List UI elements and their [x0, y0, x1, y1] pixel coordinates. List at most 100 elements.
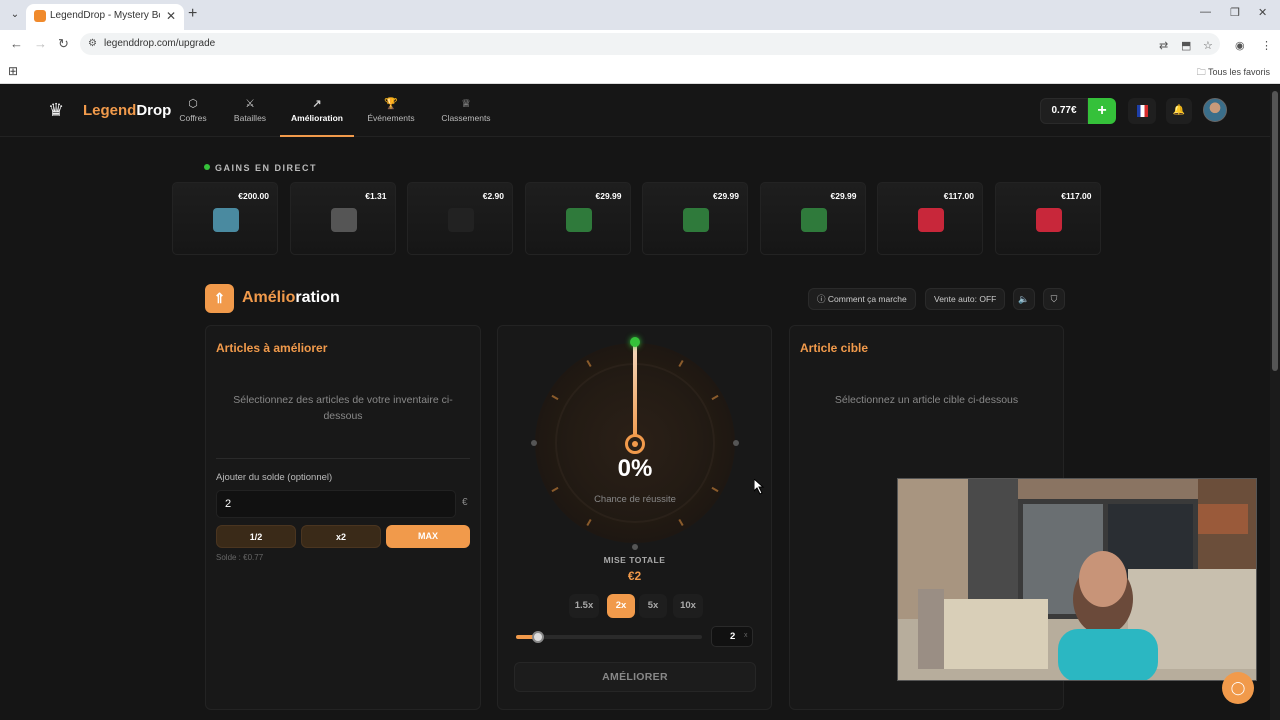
- restore-icon[interactable]: ❐: [1230, 6, 1240, 19]
- nav-amelioration[interactable]: ↗ Amélioration: [283, 97, 351, 123]
- items-to-upgrade-title: Articles à améliorer: [216, 341, 328, 355]
- crown-icon: ♕: [461, 98, 471, 110]
- nav-batailles[interactable]: ⚔ Batailles: [230, 97, 270, 123]
- total-bet-value: €2: [627, 569, 642, 583]
- nav-evenements[interactable]: 🏆 Événements: [363, 97, 419, 123]
- drop-item-image: [683, 208, 709, 232]
- success-percentage: 0%: [617, 455, 653, 482]
- multiplier-input[interactable]: 2 x: [711, 626, 753, 647]
- all-bookmarks-label: Tous les favoris: [1207, 67, 1270, 77]
- slider-thumb[interactable]: [532, 631, 545, 643]
- balance-text: Solde : €0.77: [216, 553, 264, 562]
- logo[interactable]: LegendDrop: [83, 102, 171, 119]
- trend-up-icon: ↗: [312, 98, 322, 110]
- upgrade-button[interactable]: AMÉLIORER: [514, 662, 756, 692]
- trophy-icon: 🏆: [384, 98, 398, 110]
- auto-sell-toggle[interactable]: Vente auto: OFF: [925, 288, 1006, 310]
- webcam-overlay: [897, 478, 1257, 681]
- multiplier-10x[interactable]: 10x: [673, 594, 703, 618]
- webcam-image: [898, 479, 1256, 680]
- half-button[interactable]: 1/2: [216, 525, 296, 548]
- favicon-icon: [34, 10, 46, 22]
- scrollbar-thumb[interactable]: [1272, 91, 1278, 371]
- minimize-icon[interactable]: —: [1200, 6, 1211, 18]
- cursor-arrow-icon: [753, 477, 765, 495]
- balance-display[interactable]: 0.77€: [1040, 98, 1088, 124]
- drop-price: €117.00: [943, 191, 974, 201]
- language-button[interactable]: [1128, 98, 1156, 124]
- drop-item-image: [565, 208, 592, 232]
- avatar[interactable]: [1203, 98, 1227, 122]
- bookmark-star-icon[interactable]: ☆: [1203, 39, 1213, 52]
- target-item-hint: Sélectionnez un article cible ci-dessous: [834, 394, 1019, 406]
- currency-symbol: €: [462, 497, 468, 508]
- france-flag-icon: [1137, 105, 1148, 117]
- drop-item-image: [213, 208, 239, 232]
- profile-icon[interactable]: ◉: [1235, 39, 1245, 52]
- shield-icon[interactable]: ⛉: [1043, 288, 1065, 310]
- drop-item-image: [1035, 208, 1062, 232]
- items-to-upgrade-panel: Articles à améliorer Sélectionnez des ar…: [205, 325, 481, 710]
- live-dot-icon: [204, 164, 210, 170]
- site-info-icon[interactable]: ⚙: [88, 38, 97, 49]
- success-chance-label: Chance de réussite: [594, 494, 676, 505]
- reload-icon[interactable]: ↻: [58, 37, 69, 51]
- browser-tab[interactable]: LegendDrop - Mystery Boxes & ... ✕: [26, 4, 184, 30]
- nav-classements[interactable]: ♕ Classements: [438, 97, 494, 123]
- live-drop-card[interactable]: €117.00: [994, 182, 1101, 255]
- new-tab-icon[interactable]: +: [188, 6, 197, 22]
- sound-icon[interactable]: 🔈: [1013, 288, 1035, 310]
- add-balance-label: Ajouter du solde (optionnel): [216, 472, 333, 483]
- live-drop-card[interactable]: €29.99: [524, 182, 631, 255]
- multiplier-5x[interactable]: 5x: [639, 594, 667, 618]
- live-drop-card[interactable]: €1.31: [289, 182, 396, 255]
- drop-price: €29.99: [713, 191, 739, 201]
- close-tab-icon[interactable]: ✕: [166, 9, 176, 23]
- live-drop-card[interactable]: €200.00: [172, 182, 278, 255]
- drop-price: €29.99: [595, 191, 622, 201]
- dial-left-dot: [531, 440, 537, 446]
- tab-title: LegendDrop - Mystery Boxes & ...: [50, 10, 160, 21]
- live-drop-card[interactable]: €29.99: [759, 182, 866, 255]
- double-button[interactable]: x2: [301, 525, 381, 548]
- install-icon[interactable]: ⬒: [1181, 39, 1191, 52]
- browser-tabbar: ⌄ LegendDrop - Mystery Boxes & ... ✕ + —…: [0, 0, 1280, 30]
- forward-icon[interactable]: →: [34, 37, 47, 51]
- target-item-title: Article cible: [800, 341, 869, 355]
- multiplier-input-suffix: x: [744, 632, 748, 639]
- nav-evenements-label: Événements: [367, 113, 415, 123]
- window-close-icon[interactable]: ✕: [1258, 6, 1267, 19]
- how-it-works-button[interactable]: ⓘ Comment ça marche: [808, 288, 916, 310]
- logo-part2: Drop: [136, 102, 172, 119]
- chat-icon[interactable]: ◯: [1222, 672, 1254, 704]
- multiplier-slider[interactable]: [516, 631, 702, 643]
- live-drop-card[interactable]: €117.00: [877, 182, 983, 255]
- deposit-button[interactable]: +: [1088, 98, 1116, 124]
- page-scrollbar[interactable]: [1270, 85, 1280, 720]
- active-nav-underline: [280, 135, 354, 137]
- box-icon: ⬡: [188, 98, 198, 110]
- browser-menu-icon[interactable]: ⋮: [1261, 39, 1272, 52]
- nav-coffres[interactable]: ⬡ Coffres: [177, 97, 209, 123]
- needle-hub: [625, 434, 645, 454]
- drop-price: €1.31: [365, 191, 387, 201]
- live-drop-card[interactable]: €2.90: [407, 182, 513, 255]
- live-drops-title: GAINS EN DIRECT: [204, 163, 317, 173]
- multiplier-1-5x[interactable]: 1.5x: [569, 594, 599, 618]
- translate-icon[interactable]: ⇄: [1159, 39, 1168, 52]
- url-text: legenddrop.com/upgrade: [104, 38, 216, 49]
- all-bookmarks-folder[interactable]: 🗀 Tous les favoris: [1197, 65, 1270, 81]
- multiplier-2x[interactable]: 2x: [607, 594, 635, 618]
- bookmarks-bar: ⊞ 🗀 Tous les favoris: [0, 58, 1280, 84]
- max-button[interactable]: MAX: [386, 525, 470, 548]
- logo-icon[interactable]: ♛: [48, 99, 70, 121]
- drop-item-image: [918, 208, 944, 232]
- url-field[interactable]: ⚙ legenddrop.com/upgrade: [80, 33, 1220, 55]
- back-icon[interactable]: ←: [10, 37, 23, 51]
- live-drop-card[interactable]: €29.99: [642, 182, 748, 255]
- apps-grid-icon[interactable]: ⊞: [8, 64, 18, 78]
- balance-amount-input[interactable]: 2: [216, 490, 456, 518]
- title-part1: Amélio: [242, 289, 296, 306]
- bell-icon[interactable]: 🔔: [1166, 98, 1192, 124]
- tab-search-icon[interactable]: ⌄: [8, 8, 22, 22]
